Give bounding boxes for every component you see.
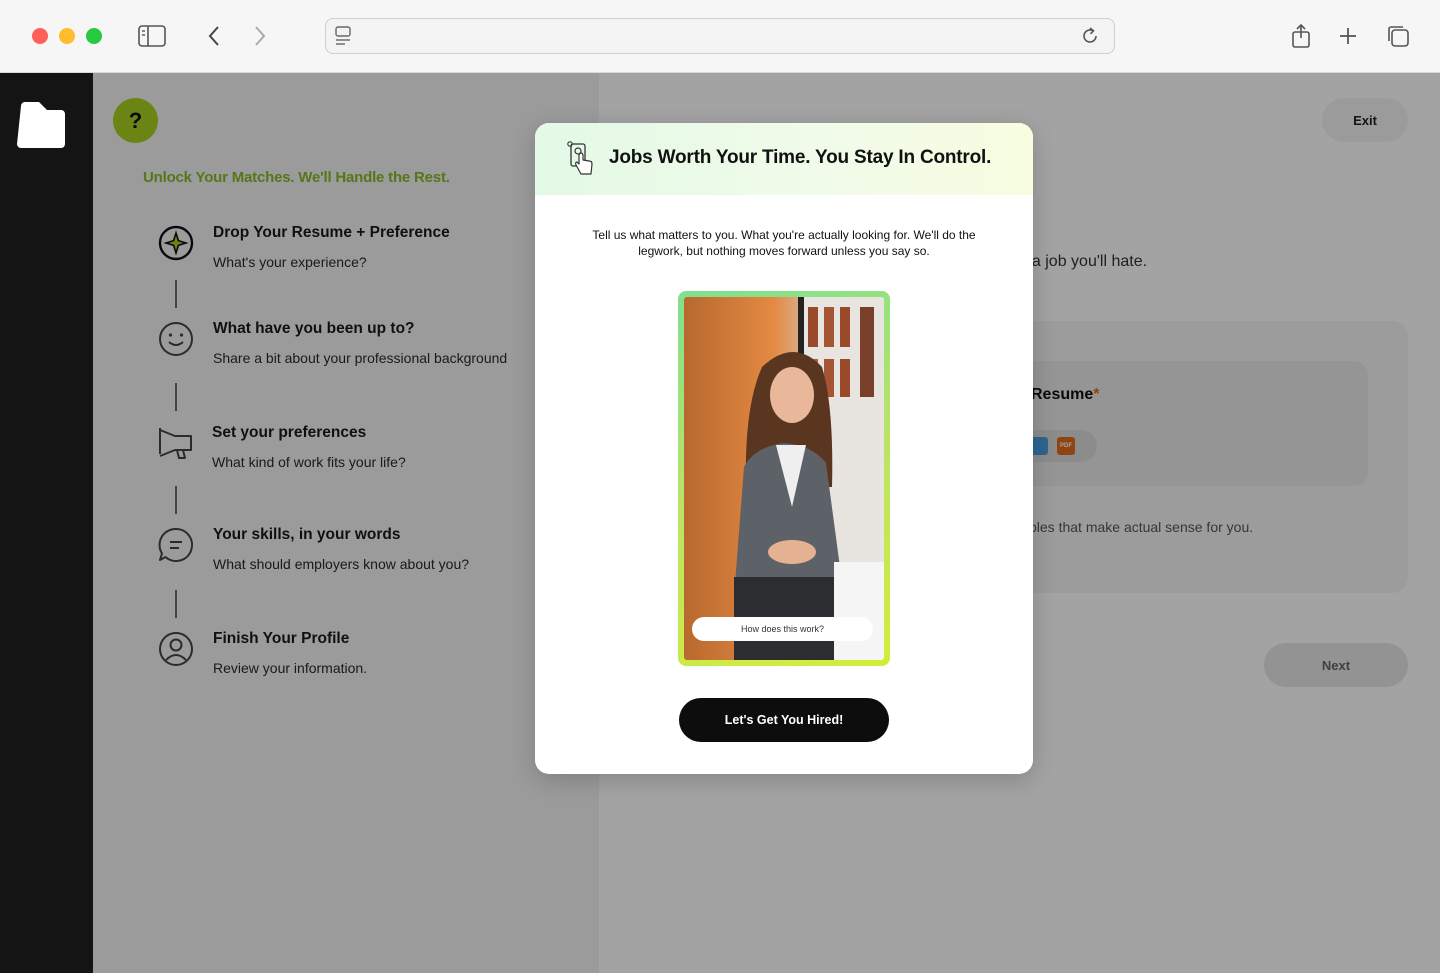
minimize-window-button[interactable]: [59, 28, 75, 44]
forward-chevron-icon[interactable]: [246, 22, 274, 50]
close-window-button[interactable]: [32, 28, 48, 44]
new-tab-plus-icon[interactable]: [1334, 22, 1362, 50]
reload-icon[interactable]: [1080, 26, 1100, 51]
browser-toolbar: [0, 0, 1440, 73]
app-sidebar-rail: [0, 73, 93, 973]
hand-tapping-phone-icon: [566, 140, 596, 178]
folder-icon[interactable]: [17, 100, 65, 148]
intro-video[interactable]: How does this work?: [678, 291, 890, 666]
back-chevron-icon[interactable]: [200, 22, 228, 50]
modal-header: Jobs Worth Your Time. You Stay In Contro…: [535, 123, 1033, 195]
person-photo-illustration: [734, 297, 884, 660]
video-thumbnail: How does this work?: [684, 297, 884, 660]
share-icon[interactable]: [1287, 22, 1315, 50]
tab-overview-icon[interactable]: [1384, 22, 1412, 50]
zoom-window-button[interactable]: [86, 28, 102, 44]
intro-modal: Jobs Worth Your Time. You Stay In Contro…: [535, 123, 1033, 774]
address-bar[interactable]: [325, 18, 1115, 54]
get-hired-button[interactable]: Let's Get You Hired!: [679, 698, 889, 742]
sidebar-toggle-icon[interactable]: [138, 22, 166, 50]
video-caption[interactable]: How does this work?: [692, 617, 873, 641]
modal-title: Jobs Worth Your Time. You Stay In Contro…: [609, 147, 992, 168]
page-menu-icon[interactable]: [334, 25, 354, 52]
modal-description: Tell us what matters to you. What you're…: [592, 228, 976, 258]
